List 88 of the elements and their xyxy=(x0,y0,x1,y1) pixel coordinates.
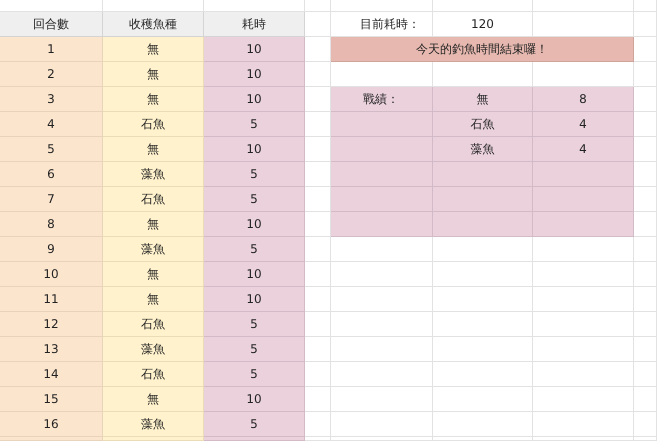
table-cell: 10 xyxy=(204,137,305,162)
table-cell: 藻魚 xyxy=(103,237,204,262)
table-cell: 石魚 xyxy=(103,112,204,137)
table-cell: 11 xyxy=(0,287,103,312)
table-cell xyxy=(634,237,657,262)
table-cell: 戰績： xyxy=(331,87,433,112)
table-cell xyxy=(634,112,657,137)
table-cell xyxy=(305,262,331,287)
table-cell: 無 xyxy=(103,212,204,237)
table-cell xyxy=(305,0,331,12)
table-cell xyxy=(634,162,657,187)
table-cell: 5 xyxy=(204,162,305,187)
table-cell xyxy=(634,287,657,312)
table-cell xyxy=(634,412,657,437)
table-cell: 無 xyxy=(103,287,204,312)
table-cell: 15 xyxy=(0,387,103,412)
table-cell: 10 xyxy=(204,287,305,312)
table-cell xyxy=(634,187,657,212)
table-cell: 4 xyxy=(533,137,634,162)
merged-table-cell: 今天的釣魚時間結束囉！ xyxy=(331,37,634,62)
table-cell: 藻魚 xyxy=(103,162,204,187)
table-cell: 2 xyxy=(0,62,103,87)
table-cell: 藻魚 xyxy=(103,337,204,362)
table-cell: 10 xyxy=(204,37,305,62)
table-cell: 無 xyxy=(103,62,204,87)
table-cell: 5 xyxy=(0,137,103,162)
table-cell xyxy=(305,237,331,262)
table-cell: 14 xyxy=(0,362,103,387)
table-cell xyxy=(305,412,331,437)
table-cell: 13 xyxy=(0,337,103,362)
table-cell: 10 xyxy=(204,87,305,112)
table-cell: 5 xyxy=(204,237,305,262)
table-cell: 7 xyxy=(0,187,103,212)
table-cell xyxy=(634,387,657,412)
table-cell: 4 xyxy=(533,112,634,137)
table-cell xyxy=(634,337,657,362)
table-cell xyxy=(634,0,657,12)
table-cell xyxy=(634,262,657,287)
column-header-cell: 耗時 xyxy=(204,12,305,37)
table-cell: 6 xyxy=(0,162,103,187)
table-cell: 5 xyxy=(204,112,305,137)
table-cell xyxy=(634,12,657,37)
table-cell xyxy=(634,37,657,62)
table-cell: 10 xyxy=(204,262,305,287)
table-cell: 無 xyxy=(103,262,204,287)
column-header-cell: 回合數 xyxy=(0,12,103,37)
table-cell xyxy=(634,362,657,387)
table-cell: 無 xyxy=(103,387,204,412)
table-cell: 10 xyxy=(0,262,103,287)
table-cell: 藻魚 xyxy=(433,137,533,162)
table-cell: 8 xyxy=(0,212,103,237)
table-cell: 石魚 xyxy=(433,112,533,137)
table-cell xyxy=(634,212,657,237)
table-cell: 石魚 xyxy=(103,312,204,337)
table-cell: 5 xyxy=(204,187,305,212)
table-cell: 5 xyxy=(204,412,305,437)
table-cell: 無 xyxy=(103,37,204,62)
column-header-cell: 收穫魚種 xyxy=(103,12,204,37)
table-cell: 10 xyxy=(204,62,305,87)
table-cell: 無 xyxy=(103,137,204,162)
table-cell: 4 xyxy=(0,112,103,137)
table-cell xyxy=(634,87,657,112)
table-cell: 無 xyxy=(433,87,533,112)
table-cell xyxy=(305,12,331,37)
table-cell: 藻魚 xyxy=(103,412,204,437)
table-cell xyxy=(305,62,331,87)
table-cell: 5 xyxy=(204,312,305,337)
table-cell: 1 xyxy=(0,37,103,62)
table-cell: 8 xyxy=(533,87,634,112)
table-cell: 16 xyxy=(0,412,103,437)
table-cell xyxy=(305,362,331,387)
table-cell: 10 xyxy=(204,387,305,412)
table-cell: 5 xyxy=(204,337,305,362)
table-cell: 10 xyxy=(204,212,305,237)
table-cell: 石魚 xyxy=(103,362,204,387)
table-cell: 3 xyxy=(0,87,103,112)
table-cell: 9 xyxy=(0,237,103,262)
table-cell xyxy=(305,287,331,312)
table-cell xyxy=(634,137,657,162)
table-cell: 12 xyxy=(0,312,103,337)
table-cell xyxy=(634,62,657,87)
table-cell: 石魚 xyxy=(103,187,204,212)
table-cell xyxy=(305,312,331,337)
table-cell: 無 xyxy=(103,87,204,112)
table-cell xyxy=(305,337,331,362)
table-cell: 5 xyxy=(204,362,305,387)
table-cell xyxy=(305,387,331,412)
table-cell xyxy=(634,312,657,337)
